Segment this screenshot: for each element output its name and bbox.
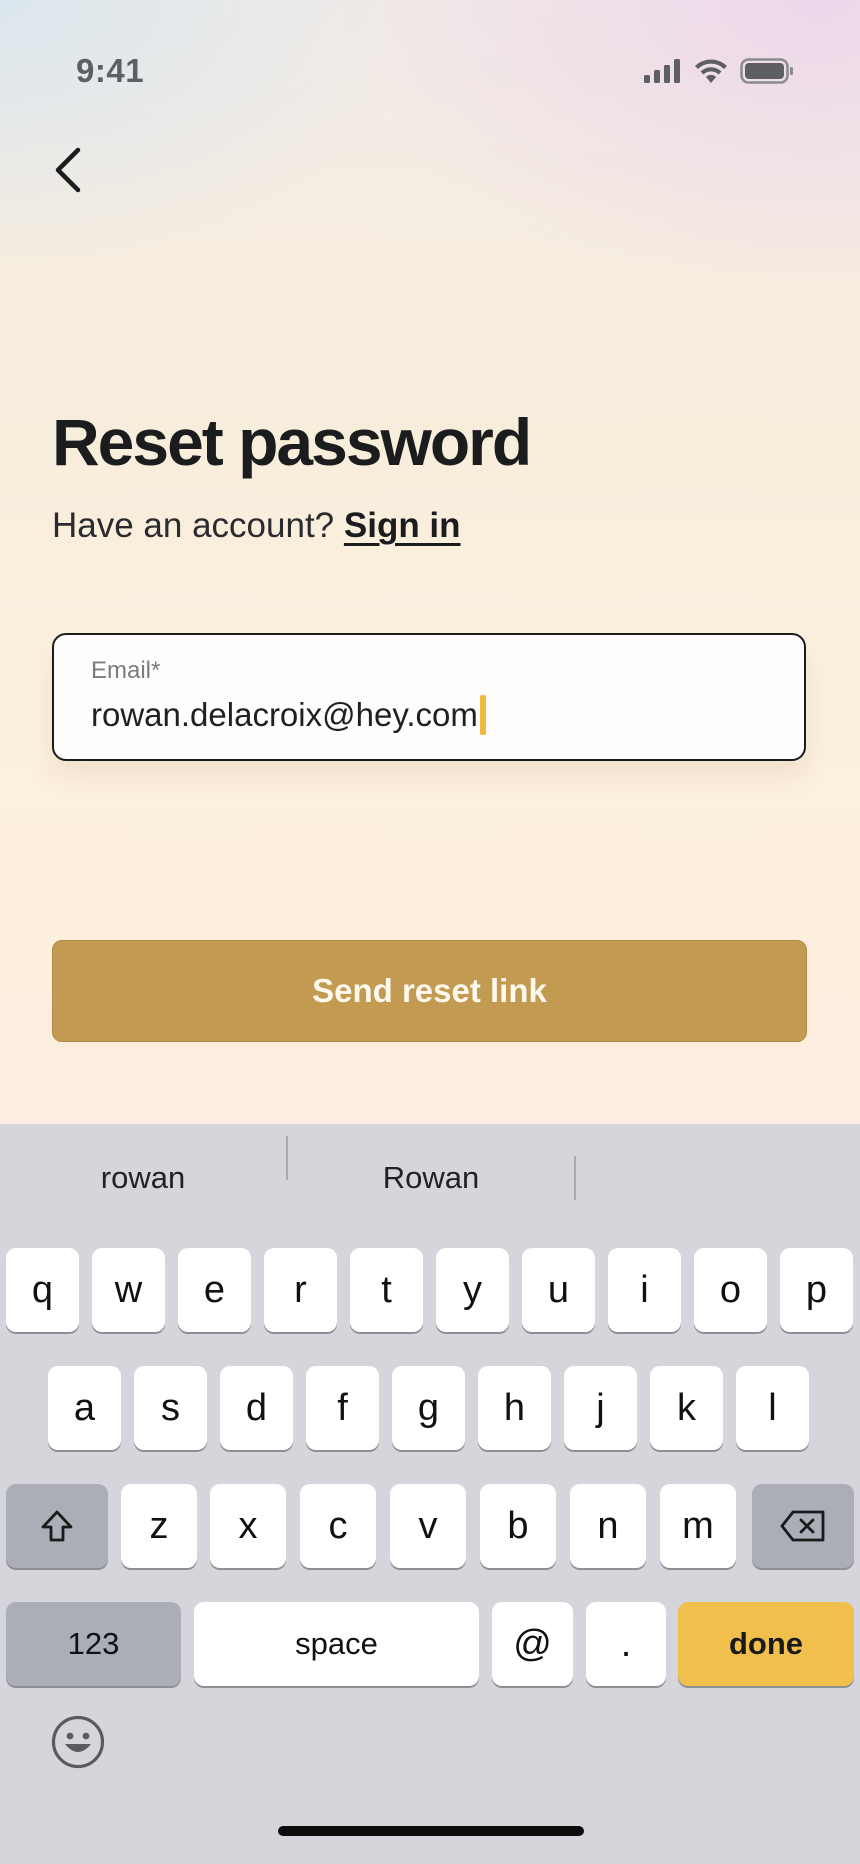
key-y[interactable]: y <box>436 1248 509 1332</box>
reset-password-screen: 9:41 Reset password Have an account? Sig… <box>0 0 860 1124</box>
back-button[interactable] <box>40 136 96 204</box>
period-key[interactable]: . <box>586 1602 666 1686</box>
suggestion-3[interactable] <box>576 1124 860 1232</box>
delete-key[interactable] <box>752 1484 854 1568</box>
key-e[interactable]: e <box>178 1248 251 1332</box>
keyboard: rowan Rowan q w e r t y u i o p a s d f … <box>0 1124 860 1864</box>
key-d[interactable]: d <box>220 1366 293 1450</box>
key-x[interactable]: x <box>210 1484 286 1568</box>
subtitle: Have an account? Sign in <box>52 506 461 546</box>
key-o[interactable]: o <box>694 1248 767 1332</box>
key-t[interactable]: t <box>350 1248 423 1332</box>
sign-in-link[interactable]: Sign in <box>344 506 461 545</box>
email-value: rowan.delacroix@hey.com <box>91 696 478 733</box>
key-v[interactable]: v <box>390 1484 466 1568</box>
key-s[interactable]: s <box>134 1366 207 1450</box>
key-u[interactable]: u <box>522 1248 595 1332</box>
signal-icon <box>644 59 680 83</box>
chevron-left-icon <box>55 147 81 193</box>
status-icons <box>644 58 794 84</box>
subtitle-text: Have an account? <box>52 506 335 545</box>
key-z[interactable]: z <box>121 1484 197 1568</box>
key-i[interactable]: i <box>608 1248 681 1332</box>
at-key[interactable]: @ <box>492 1602 573 1686</box>
email-label: Email* <box>91 657 161 684</box>
shift-key[interactable] <box>6 1484 108 1568</box>
status-time: 9:41 <box>76 52 145 89</box>
wifi-icon <box>695 59 727 83</box>
key-l[interactable]: l <box>736 1366 809 1450</box>
key-j[interactable]: j <box>564 1366 637 1450</box>
key-q[interactable]: q <box>6 1248 79 1332</box>
key-n[interactable]: n <box>570 1484 646 1568</box>
done-key[interactable]: done <box>678 1602 854 1686</box>
suggestion-2[interactable]: Rowan <box>288 1124 574 1232</box>
space-key[interactable]: space <box>194 1602 479 1686</box>
email-input[interactable]: rowan.delacroix@hey.com <box>91 695 486 735</box>
email-field[interactable]: Email* rowan.delacroix@hey.com <box>52 633 806 761</box>
text-caret <box>479 695 486 735</box>
key-c[interactable]: c <box>300 1484 376 1568</box>
numbers-key[interactable]: 123 <box>6 1602 181 1686</box>
key-w[interactable]: w <box>92 1248 165 1332</box>
home-indicator <box>278 1826 584 1836</box>
page-title: Reset password <box>52 405 532 479</box>
battery-icon <box>740 58 793 84</box>
key-p[interactable]: p <box>780 1248 853 1332</box>
key-h[interactable]: h <box>478 1366 551 1450</box>
suggestion-1[interactable]: rowan <box>0 1124 286 1232</box>
key-a[interactable]: a <box>48 1366 121 1450</box>
key-r[interactable]: r <box>264 1248 337 1332</box>
key-k[interactable]: k <box>650 1366 723 1450</box>
shift-icon <box>41 1510 73 1542</box>
send-reset-link-button[interactable]: Send reset link <box>52 940 807 1042</box>
key-b[interactable]: b <box>480 1484 556 1568</box>
key-m[interactable]: m <box>660 1484 736 1568</box>
delete-icon <box>780 1510 825 1542</box>
key-g[interactable]: g <box>392 1366 465 1450</box>
key-f[interactable]: f <box>306 1366 379 1450</box>
emoji-icon[interactable] <box>50 1714 106 1770</box>
